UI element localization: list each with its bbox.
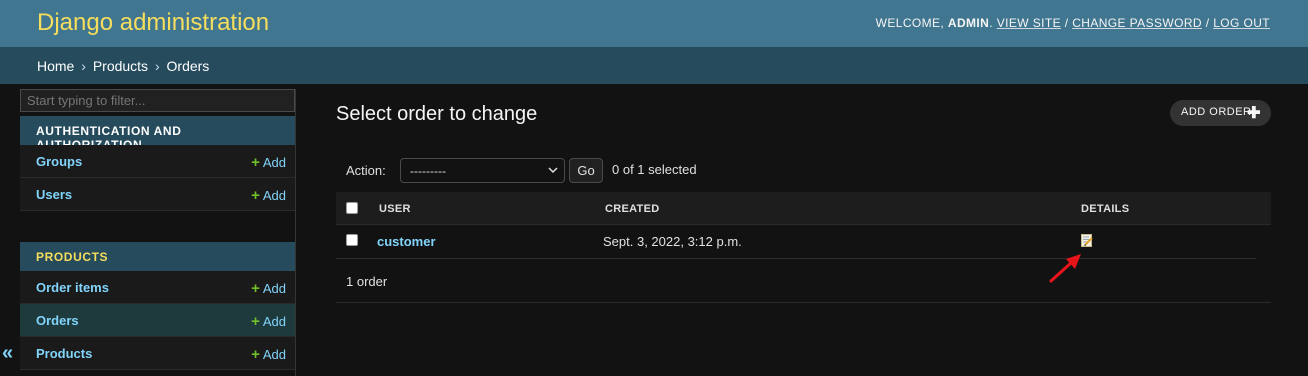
add-label: Add (262, 188, 286, 203)
user-tools: WELCOME, ADMIN. VIEW SITE / CHANGE PASSW… (875, 16, 1270, 30)
select-all-checkbox[interactable] (346, 202, 358, 214)
add-label: Add (262, 281, 286, 296)
action-label: Action: (346, 163, 386, 178)
breadcrumb-app[interactable]: Products (93, 58, 148, 74)
add-users-link[interactable]: + Add (251, 187, 286, 204)
actions-bar: Action: --------- Go 0 of 1 selected (336, 150, 1271, 190)
result-count: 1 order (346, 274, 388, 289)
action-select[interactable]: --------- (400, 158, 565, 183)
selection-counter: 0 of 1 selected (612, 162, 697, 177)
app-caption-products[interactable]: PRODUCTS (20, 242, 295, 271)
plus-icon: + (251, 313, 260, 330)
add-order-items-link[interactable]: + Add (251, 280, 286, 297)
user-tools-separator: / (1205, 16, 1210, 30)
welcome-text: WELCOME, (875, 16, 945, 30)
toggle-nav-sidebar-button[interactable]: « (2, 342, 13, 365)
nav-sidebar: AUTHENTICATION AND AUTHORIZATION Groups … (20, 89, 296, 376)
paginator: 1 order (336, 259, 1271, 303)
view-site-link[interactable]: VIEW SITE (997, 16, 1061, 30)
breadcrumb-home[interactable]: Home (37, 58, 74, 74)
row-checkbox[interactable] (346, 234, 358, 246)
model-link-orders[interactable]: Orders (36, 313, 79, 328)
model-link-order-items[interactable]: Order items (36, 280, 109, 295)
change-password-link[interactable]: CHANGE PASSWORD (1072, 16, 1202, 30)
model-link-products[interactable]: Products (36, 346, 92, 361)
sidebar-item-users: Users + Add (20, 178, 295, 211)
app-caption-auth[interactable]: AUTHENTICATION AND AUTHORIZATION (20, 116, 295, 152)
breadcrumb: Home › Products › Orders (0, 47, 1308, 84)
sidebar-item-products: Products + Add (20, 337, 295, 370)
row-user-link[interactable]: customer (377, 234, 436, 249)
go-button[interactable]: Go (569, 158, 603, 183)
plus-icon: ✚ (1247, 105, 1261, 122)
model-link-groups[interactable]: Groups (36, 154, 82, 169)
username: ADMIN (947, 16, 990, 30)
sidebar-item-groups: Groups + Add (20, 145, 295, 178)
add-label: Add (262, 155, 286, 170)
add-label: Add (262, 347, 286, 362)
table-row: customer Sept. 3, 2022, 3:12 p.m. (336, 225, 1256, 259)
log-out-link[interactable]: LOG OUT (1213, 16, 1270, 30)
sidebar-item-orders: Orders + Add (20, 304, 295, 337)
column-header-created[interactable]: CREATED (605, 203, 659, 215)
plus-icon: + (251, 187, 260, 204)
plus-icon: + (251, 154, 260, 171)
nav-filter-input[interactable] (20, 89, 295, 112)
column-header-details: DETAILS (1081, 203, 1130, 215)
sidebar-item-order-items: Order items + Add (20, 271, 295, 304)
add-products-link[interactable]: + Add (251, 346, 286, 363)
model-link-users[interactable]: Users (36, 187, 72, 202)
site-header: Django administration WELCOME, ADMIN. VI… (0, 0, 1308, 47)
add-order-label: ADD ORDER (1181, 106, 1252, 118)
row-created: Sept. 3, 2022, 3:12 p.m. (603, 234, 742, 249)
plus-icon: + (251, 346, 260, 363)
edit-note-icon[interactable] (1081, 234, 1093, 247)
column-header-user[interactable]: USER (379, 203, 411, 215)
page-title: Select order to change (336, 103, 538, 125)
annotation-arrow-icon (1049, 254, 1081, 283)
breadcrumb-separator: › (154, 58, 160, 74)
plus-icon: + (251, 280, 260, 297)
action-selected-value: --------- (410, 164, 446, 178)
user-tools-separator: / (1064, 16, 1069, 30)
site-branding[interactable]: Django administration (37, 9, 269, 37)
add-orders-link[interactable]: + Add (251, 313, 286, 330)
add-label: Add (262, 314, 286, 329)
add-groups-link[interactable]: + Add (251, 154, 286, 171)
add-order-button[interactable]: ADD ORDER ✚ (1170, 100, 1271, 126)
breadcrumb-separator: › (81, 58, 86, 74)
breadcrumb-current: Orders (166, 58, 210, 74)
table-header: USER CREATED DETAILS (336, 192, 1271, 225)
chevron-down-icon (548, 162, 558, 181)
